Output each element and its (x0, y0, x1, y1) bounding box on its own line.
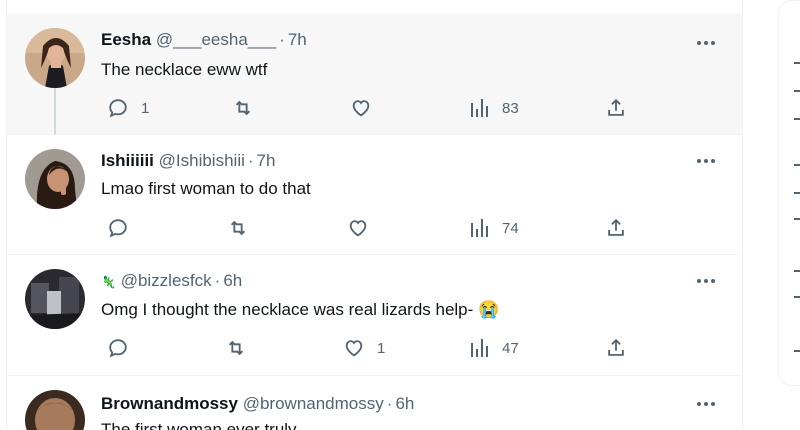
retweet-button[interactable] (225, 337, 259, 359)
more-button[interactable] (697, 394, 721, 414)
author-handle[interactable]: @bizzlesfck (121, 271, 212, 290)
share-icon (608, 98, 624, 116)
more-button[interactable] (697, 271, 721, 291)
tweet-text: Lmao first woman to do that (101, 179, 311, 198)
timestamp[interactable]: 7h (288, 30, 307, 49)
share-button[interactable] (605, 217, 627, 239)
more-icon (697, 402, 701, 406)
like-icon (345, 340, 363, 357)
views-icon (471, 339, 488, 357)
share-icon (608, 218, 624, 236)
retweet-icon (230, 220, 246, 236)
separator-dot: · (247, 151, 254, 170)
reply-icon (109, 219, 127, 238)
views-button[interactable]: 47 (470, 337, 519, 359)
view-count: 83 (502, 99, 519, 117)
lizard-emoji: 🦎 (101, 275, 116, 289)
sidebar-text-fragment (794, 118, 800, 120)
tweet[interactable]: 🦎 @bizzlesfck · 6h Omg I thought the neckl… (7, 255, 742, 376)
view-count: 74 (502, 219, 519, 237)
sidebar-text-fragment (794, 62, 800, 64)
share-icon (608, 338, 624, 356)
like-count: 1 (377, 339, 386, 357)
tweet[interactable]: Eesha @___eesha___ · 7h The necklace eww w… (7, 15, 742, 135)
thread-line (54, 87, 56, 134)
more-icon (697, 41, 701, 45)
view-count: 47 (502, 339, 519, 357)
views-button[interactable]: 83 (470, 97, 519, 119)
views-icon (471, 99, 488, 117)
avatar[interactable] (25, 149, 85, 209)
author-name[interactable]: Ishiiiiii (101, 151, 154, 170)
like-button[interactable] (347, 217, 381, 239)
retweet-icon (228, 340, 244, 356)
like-icon (349, 220, 367, 237)
tweet-header: Ishiiiiii @Ishibishiii · 7h (101, 151, 275, 171)
author-name[interactable]: Brownandmossy (101, 394, 238, 413)
reply-icon (109, 99, 127, 118)
sidebar-text-fragment (794, 164, 800, 166)
more-button[interactable] (697, 151, 721, 171)
sidebar-text-fragment (794, 350, 800, 352)
more-button[interactable] (697, 33, 721, 53)
tweet-header: Brownandmossy @brownandmossy · 6h (101, 394, 414, 414)
sidebar-text-fragment (794, 90, 800, 92)
tweet-header: Eesha @___eesha___ · 7h (101, 30, 307, 50)
tweet-header: 🦎 @bizzlesfck · 6h (101, 271, 242, 291)
tweet-text: The necklace eww wtf (101, 60, 268, 79)
previous-tweet-edge (7, 0, 742, 15)
share-button[interactable] (605, 337, 627, 359)
timestamp[interactable]: 7h (257, 151, 276, 170)
author-handle[interactable]: @Ishibishiii (159, 151, 245, 170)
like-icon (352, 100, 370, 117)
retweet-icon (235, 100, 251, 116)
share-button[interactable] (605, 97, 627, 119)
views-icon (471, 219, 488, 237)
more-icon (697, 279, 701, 283)
sidebar-text-fragment (794, 192, 800, 194)
separator-dot: · (279, 30, 285, 49)
separator-dot: · (386, 394, 393, 413)
avatar[interactable] (25, 269, 85, 329)
author-handle[interactable]: @___eesha___ (156, 30, 276, 49)
reply-button[interactable]: 1 (107, 97, 149, 119)
avatar[interactable] (25, 390, 85, 430)
retweet-button[interactable] (232, 97, 266, 119)
more-icon (697, 159, 701, 163)
tweet-text-content: Omg I thought the necklace was real liza… (101, 300, 474, 319)
retweet-button[interactable] (227, 217, 261, 239)
tweet-text: The first woman ever truly (101, 420, 297, 430)
sidebar-text-fragment (794, 296, 800, 298)
reply-icon (109, 339, 127, 358)
author-handle[interactable]: @brownandmossy (243, 394, 384, 413)
reply-button[interactable] (107, 337, 141, 359)
timestamp[interactable]: 6h (223, 271, 242, 290)
author-name[interactable]: Eesha (101, 30, 151, 49)
avatar[interactable] (25, 28, 85, 88)
sidebar-text-fragment (794, 270, 800, 272)
reply-button[interactable] (107, 217, 141, 239)
crying-emoji: 😭 (478, 300, 500, 319)
tweet[interactable]: Ishiiiiii @Ishibishiii · 7h Lmao first wom… (7, 135, 742, 255)
like-button[interactable]: 1 (343, 337, 385, 359)
tweet[interactable]: Brownandmossy @brownandmossy · 6h The firs… (7, 376, 742, 430)
timestamp[interactable]: 6h (395, 394, 414, 413)
like-button[interactable] (350, 97, 384, 119)
timeline-feed: Eesha @___eesha___ · 7h The necklace eww w… (6, 0, 743, 430)
sidebar-text-fragment (794, 218, 800, 220)
reply-count: 1 (141, 99, 150, 117)
separator-dot: · (214, 271, 221, 290)
views-button[interactable]: 74 (470, 217, 519, 239)
tweet-text: Omg I thought the necklace was real liza… (101, 300, 499, 320)
